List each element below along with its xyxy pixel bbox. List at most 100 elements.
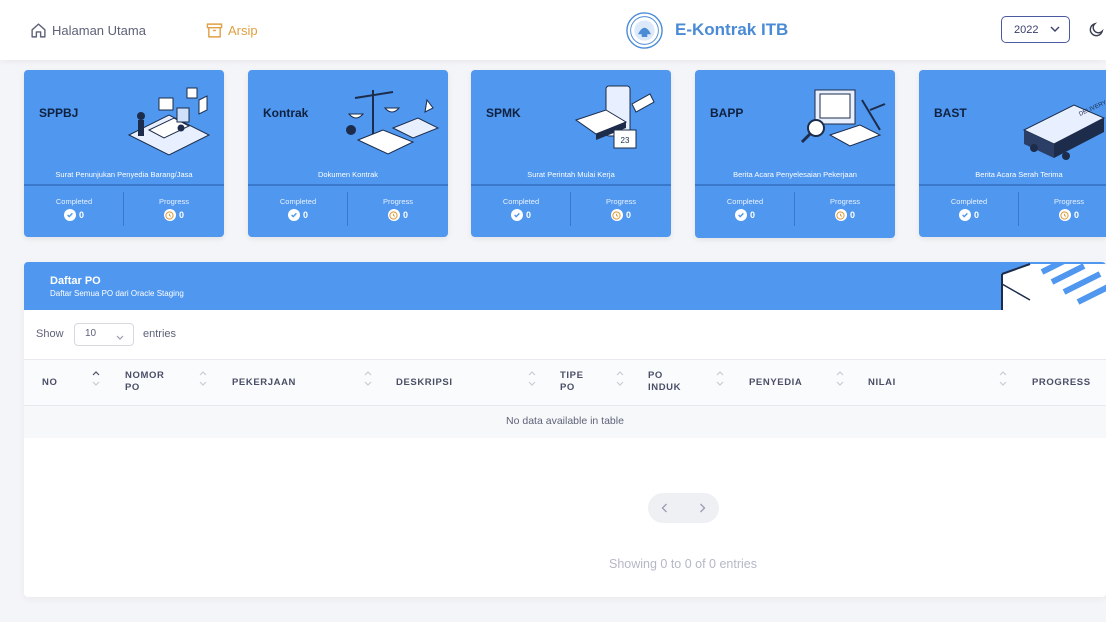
completed-count: 0	[302, 210, 308, 220]
card-divider	[24, 184, 224, 186]
chevron-down-icon	[116, 335, 124, 340]
sort-icon[interactable]	[835, 369, 845, 389]
moon-icon[interactable]	[1088, 21, 1105, 38]
chevron-right-icon[interactable]	[696, 502, 708, 514]
nav-home-label: Halaman Utama	[52, 22, 146, 38]
progress-stat: Progress 0	[1019, 197, 1106, 221]
sort-icon[interactable]	[615, 369, 625, 389]
sort-icon[interactable]	[91, 369, 101, 389]
card-bapp[interactable]: BAPP Berita Acara Penyelesaian Pekerjaan…	[695, 70, 895, 238]
check-circle-icon	[63, 209, 76, 221]
progress-stat: Progress 0	[795, 197, 895, 221]
sort-icon[interactable]	[527, 369, 537, 389]
progress-count: 0	[178, 210, 184, 220]
progress-label: Progress	[382, 197, 413, 206]
clock-icon	[610, 209, 623, 221]
sort-icon[interactable]	[998, 369, 1008, 389]
table-info: Showing 0 to 0 of 0 entries	[608, 557, 757, 571]
empty-table-row: No data available in table	[24, 406, 1106, 438]
column-header-penyedia[interactable]: PENYEDIA	[749, 377, 802, 389]
progress-label: Progress	[829, 197, 860, 206]
column-header-po-induk[interactable]: PO INDUK	[648, 370, 681, 394]
pagination	[648, 493, 719, 523]
completed-count: 0	[525, 210, 531, 220]
calendar-illustration-icon: 23	[574, 85, 655, 149]
progress-count: 0	[1073, 210, 1079, 220]
page-length-select[interactable]: 10	[74, 323, 134, 346]
brand[interactable]: E-Kontrak ITB	[626, 11, 789, 49]
card-title: Kontrak	[263, 106, 309, 120]
card-title: SPMK	[486, 106, 521, 120]
completed-stat: Completed 0	[24, 197, 124, 221]
card-divider	[248, 184, 448, 186]
nav-arsip[interactable]: Arsip	[206, 20, 258, 40]
card-title: BAPP	[710, 106, 744, 120]
column-header-deskripsi[interactable]: DESKRIPSI	[396, 377, 453, 389]
check-circle-icon	[734, 209, 747, 221]
card-kontrak[interactable]: Kontrak Dokumen Kontrak Completed 0 Prog…	[248, 70, 448, 237]
check-circle-icon	[958, 209, 971, 221]
column-header-nilai[interactable]: NILAI	[868, 377, 896, 389]
sort-icon[interactable]	[363, 369, 373, 389]
year-select[interactable]: 2022	[1001, 16, 1070, 43]
entries-label: entries	[143, 328, 177, 340]
clock-icon	[387, 209, 400, 221]
svg-text:23: 23	[621, 136, 630, 145]
column-header-progress[interactable]: PROGRESS	[1032, 377, 1091, 389]
card-divider	[695, 184, 895, 186]
card-title: SPPBJ	[39, 106, 79, 120]
chevron-left-icon[interactable]	[659, 502, 671, 514]
progress-stat: Progress 0	[348, 197, 448, 221]
itb-logo-icon	[626, 11, 663, 49]
column-header-no[interactable]: NO	[42, 377, 57, 389]
progress-count: 0	[849, 210, 855, 220]
progress-label: Progress	[605, 197, 636, 206]
check-circle-icon	[510, 209, 523, 221]
panel-header: Daftar PO Daftar Semua PO dari Oracle St…	[24, 262, 1106, 310]
nav-arsip-label: Arsip	[228, 22, 258, 38]
decorative-graphic-icon	[1001, 262, 1106, 310]
show-label: Show	[36, 328, 64, 340]
card-spmk[interactable]: SPMK 23 Surat Perintah Mulai Kerja Compl…	[471, 70, 671, 237]
home-icon	[31, 22, 46, 38]
panel-subtitle: Daftar Semua PO dari Oracle Staging	[50, 289, 184, 298]
completed-label: Completed	[279, 197, 317, 206]
progress-count: 0	[402, 210, 408, 220]
card-subtitle: Dokumen Kontrak	[317, 170, 379, 179]
brand-title: E-Kontrak ITB	[675, 20, 789, 39]
office-illustration-icon	[127, 87, 211, 156]
progress-label: Progress	[158, 197, 189, 206]
completed-label: Completed	[950, 197, 988, 206]
nav-home[interactable]: Halaman Utama	[30, 20, 146, 40]
completed-stat: Completed 0	[695, 197, 795, 221]
card-subtitle: Surat Perintah Mulai Kerja	[527, 170, 615, 179]
progress-count: 0	[625, 210, 631, 220]
column-header-tipe-po[interactable]: TIPE PO	[560, 370, 584, 394]
scales-illustration-icon	[346, 90, 440, 155]
clock-icon	[834, 209, 847, 221]
card-subtitle: Berita Acara Penyelesaian Pekerjaan	[733, 170, 857, 179]
page-length-value: 10	[85, 328, 97, 339]
table-header: NO NOMOR PO PEKERJAAN DESKRIPSI TIPE PO PO…	[24, 359, 1106, 406]
card-subtitle: Surat Penunjukan Penyedia Barang/Jasa	[55, 170, 193, 179]
completed-stat: Completed 0	[919, 197, 1019, 221]
progress-stat: Progress 0	[571, 197, 671, 221]
empty-message: No data available in table	[506, 415, 624, 427]
clock-icon	[1058, 209, 1071, 221]
progress-stat: Progress 0	[124, 197, 224, 221]
delivery-truck-illustration-icon: DELIVERY	[1022, 100, 1106, 160]
sort-icon[interactable]	[198, 369, 208, 389]
column-header-nomor-po[interactable]: NOMOR PO	[125, 370, 164, 394]
completed-stat: Completed 0	[471, 197, 571, 221]
card-sppbj[interactable]: SPPBJ Surat Penunjukan Penyedia Barang/J…	[24, 70, 224, 237]
completed-label: Completed	[726, 197, 764, 206]
archive-icon	[206, 22, 223, 38]
progress-label: Progress	[1053, 197, 1084, 206]
po-table-panel: Daftar PO Daftar Semua PO dari Oracle St…	[24, 262, 1106, 597]
sort-icon[interactable]	[715, 369, 725, 389]
card-bast[interactable]: BAST DELIVERY Berita Acara Serah Terima …	[919, 70, 1106, 237]
column-header-pekerjaan[interactable]: PEKERJAAN	[232, 377, 296, 389]
card-subtitle: Berita Acara Serah Terima	[975, 170, 1063, 179]
card-title: BAST	[934, 106, 967, 120]
panel-title: Daftar PO	[50, 275, 101, 287]
